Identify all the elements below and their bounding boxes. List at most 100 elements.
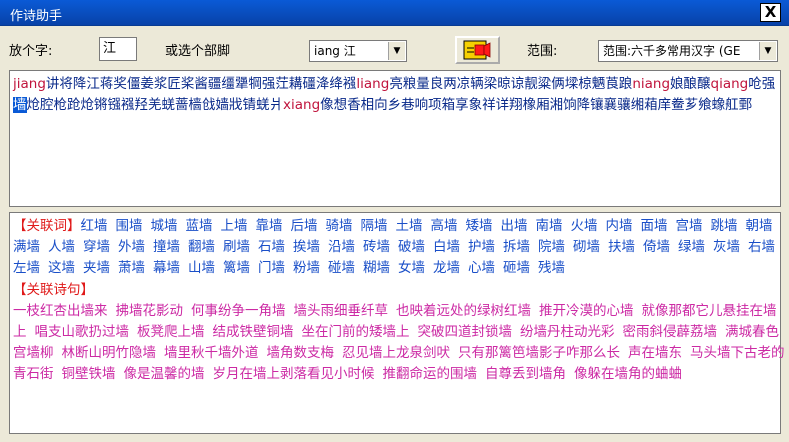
related-line[interactable]: 一枝红杏出墙来 xyxy=(13,303,108,319)
related-word[interactable]: 宫墙 xyxy=(676,218,703,234)
related-word[interactable]: 土墙 xyxy=(396,218,423,234)
related-line[interactable]: 墙里秋千墙外道 xyxy=(164,345,259,361)
related-word[interactable]: 后墙 xyxy=(291,218,318,234)
related-word[interactable]: 骑墙 xyxy=(326,218,353,234)
related-word[interactable]: 白墙 xyxy=(433,239,460,255)
related-line[interactable]: 纷墙丹柱动光彩 xyxy=(520,324,615,340)
related-word[interactable]: 翻墙 xyxy=(188,239,215,255)
related-word[interactable]: 院墙 xyxy=(538,239,565,255)
related-line[interactable]: 墙角数支梅 xyxy=(267,345,335,361)
rhyme-chars[interactable]: 娘酿醸 xyxy=(670,76,711,92)
related-word[interactable]: 围墙 xyxy=(116,218,143,234)
related-word[interactable]: 碰墙 xyxy=(328,260,355,276)
rhyme-chars[interactable]: 亮粮量良两凉辆梁晾谅靓粱俩墚椋魉莨踉 xyxy=(389,76,632,92)
related-line[interactable]: 也映着远处的绿树红墙 xyxy=(396,303,531,319)
related-word[interactable]: 门墙 xyxy=(258,260,285,276)
rhyme-chars[interactable]: 呛强 xyxy=(748,76,775,92)
related-word[interactable]: 城墙 xyxy=(151,218,178,234)
related-word[interactable]: 朝墙 xyxy=(746,218,773,234)
radical-select[interactable]: iang 江 ▼ xyxy=(309,40,407,62)
related-word[interactable]: 灰墙 xyxy=(713,239,740,255)
insert-button[interactable] xyxy=(455,36,500,64)
related-word[interactable]: 女墙 xyxy=(398,260,425,276)
rhyme-chars[interactable]: 讲将降江蒋奖僵姜浆匠桨酱疆缰犟犅强茳耩礓洚绛襁 xyxy=(46,76,357,92)
related-word[interactable]: 砖墙 xyxy=(363,239,390,255)
related-word[interactable]: 拆墙 xyxy=(503,239,530,255)
related-word[interactable]: 矮墙 xyxy=(466,218,493,234)
rhyme-chars[interactable]: 橡厢湘饷降镶襄骧缃葙庠鲞芗飨蟓舡鄄 xyxy=(523,97,753,113)
rhyme-char-panel[interactable]: jiang讲将降江蒋奖僵姜浆匠桨酱疆缰犟犅强茳耩礓洚绛襁liang亮粮量良两凉辆… xyxy=(9,70,781,207)
related-word[interactable]: 护墙 xyxy=(468,239,495,255)
related-word[interactable]: 心墙 xyxy=(468,260,495,276)
related-word[interactable]: 内墙 xyxy=(606,218,633,234)
related-line[interactable]: 突破四道封锁墙 xyxy=(418,324,513,340)
related-word[interactable]: 萧墙 xyxy=(118,260,145,276)
chevron-down-icon[interactable]: ▼ xyxy=(388,42,405,60)
related-line[interactable]: 只有那篱笆墙影子咋那么长 xyxy=(458,345,620,361)
related-line[interactable]: 拂墙花影动 xyxy=(116,303,184,319)
related-word[interactable]: 蓝墙 xyxy=(186,218,213,234)
range-select[interactable]: 范围:六千多常用汉字 (GE ▼ xyxy=(598,40,778,62)
related-word[interactable]: 粉墙 xyxy=(293,260,320,276)
related-word[interactable]: 破墙 xyxy=(398,239,425,255)
related-word[interactable]: 左墙 xyxy=(13,260,40,276)
related-word[interactable]: 残墙 xyxy=(538,260,565,276)
related-line[interactable]: 自尊丢到墙角 xyxy=(485,366,566,382)
related-line[interactable]: 墙头雨细垂纤草 xyxy=(294,303,389,319)
related-word[interactable]: 砌墙 xyxy=(573,239,600,255)
related-word[interactable]: 刷墙 xyxy=(223,239,250,255)
related-line[interactable]: 林断山明竹隐墙 xyxy=(62,345,157,361)
related-line[interactable]: 像是温馨的墙 xyxy=(124,366,205,382)
related-word[interactable]: 穿墙 xyxy=(83,239,110,255)
association-panel[interactable]: 【关联词】红墙 围墙 城墙 蓝墙 上墙 靠墙 后墙 骑墙 隔墙 土墙 高墙 矮墙 出墙 南墙 火墙 内墙 面墙宫… xyxy=(9,212,785,434)
related-word[interactable]: 篱墙 xyxy=(223,260,250,276)
related-line[interactable]: 何事纷争一角墙 xyxy=(191,303,286,319)
close-button[interactable]: X xyxy=(760,3,781,22)
related-line[interactable]: 推开冷漠的心墙 xyxy=(539,303,634,319)
related-word[interactable]: 挨墙 xyxy=(293,239,320,255)
related-line[interactable]: 唱支山歌扔过墙 xyxy=(35,324,130,340)
related-line[interactable]: 忍见墙上龙泉剑吠 xyxy=(342,345,450,361)
related-word[interactable]: 糊墙 xyxy=(363,260,390,276)
selected-char[interactable]: 墙 xyxy=(13,97,27,113)
related-line[interactable]: 推翻命运的围墙 xyxy=(383,366,478,382)
related-word[interactable]: 满墙 xyxy=(13,239,40,255)
related-word[interactable]: 人墙 xyxy=(48,239,75,255)
related-word[interactable]: 扶墙 xyxy=(608,239,635,255)
char-input[interactable]: 江 xyxy=(99,37,137,61)
related-word[interactable]: 这墙 xyxy=(48,260,75,276)
related-line[interactable]: 板凳爬上墙 xyxy=(137,324,205,340)
rhyme-char-list[interactable]: jiang讲将降江蒋奖僵姜浆匠桨酱疆缰犟犅强茳耩礓洚绛襁liang亮粮量良两凉辆… xyxy=(13,74,781,116)
related-word[interactable]: 夹墙 xyxy=(83,260,110,276)
rhyme-chars[interactable]: 像想香相向乡巷响项箱享象祥详翔 xyxy=(320,97,523,113)
related-word[interactable]: 沿墙 xyxy=(328,239,355,255)
related-line[interactable]: 铜壁铁墙 xyxy=(62,366,116,382)
related-word[interactable]: 山墙 xyxy=(188,260,215,276)
related-word[interactable]: 砸墙 xyxy=(503,260,530,276)
related-word[interactable]: 隔墙 xyxy=(361,218,388,234)
related-word[interactable]: 跳墙 xyxy=(711,218,738,234)
related-word[interactable]: 外墙 xyxy=(118,239,145,255)
related-word[interactable]: 高墙 xyxy=(431,218,458,234)
related-line[interactable]: 密雨斜侵薜荔墙 xyxy=(623,324,718,340)
related-word[interactable]: 右墙 xyxy=(748,239,775,255)
related-line[interactable]: 像躲在墙角的蛐蛐 xyxy=(574,366,682,382)
related-line[interactable]: 声在墙东 xyxy=(628,345,682,361)
related-word[interactable]: 石墙 xyxy=(258,239,285,255)
related-word[interactable]: 上墙 xyxy=(221,218,248,234)
related-word[interactable]: 红墙 xyxy=(81,218,108,234)
related-line[interactable]: 坐在门前的矮墙上 xyxy=(302,324,410,340)
rhyme-chars[interactable]: 炝腔枪跄炝锵镪襁羟羌蜣蔷樯戗嫱戕锖蜣爿 xyxy=(27,97,284,113)
related-word[interactable]: 撞墙 xyxy=(153,239,180,255)
related-word[interactable]: 南墙 xyxy=(536,218,563,234)
related-word[interactable]: 幕墙 xyxy=(153,260,180,276)
related-word[interactable]: 火墙 xyxy=(571,218,598,234)
related-word[interactable]: 倚墙 xyxy=(643,239,670,255)
related-word[interactable]: 绿墙 xyxy=(678,239,705,255)
related-line[interactable]: 岁月在墙上剥落看见小时候 xyxy=(213,366,375,382)
related-word[interactable]: 面墙 xyxy=(641,218,668,234)
related-word[interactable]: 出墙 xyxy=(501,218,528,234)
chevron-down-icon[interactable]: ▼ xyxy=(759,42,776,60)
related-line[interactable]: 结成铁壁铜墙 xyxy=(213,324,294,340)
related-word[interactable]: 龙墙 xyxy=(433,260,460,276)
